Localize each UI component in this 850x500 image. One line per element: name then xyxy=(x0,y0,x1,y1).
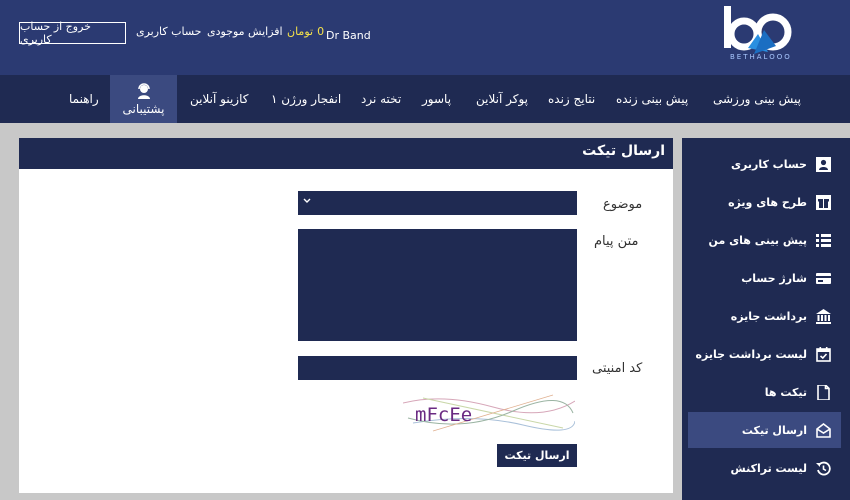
captcha-text: mFcEe xyxy=(415,404,472,426)
username: Dr Band xyxy=(326,28,371,42)
sidebar-item-label: شارژ حساب xyxy=(741,271,807,285)
nav-support[interactable]: پشتیبانی xyxy=(110,75,177,123)
captcha-image: mFcEe xyxy=(403,393,575,433)
increase-balance-link[interactable]: افزایش موجودی xyxy=(207,25,283,38)
nav-online-poker[interactable]: پوکر آنلاین xyxy=(476,75,528,123)
nav-crash-game[interactable]: انفجار ورژن ۱ xyxy=(271,75,341,123)
message-textarea[interactable] xyxy=(298,229,577,341)
list-icon xyxy=(816,233,831,247)
nav-sports-betting[interactable]: پیش بینی ورزشی xyxy=(713,75,801,123)
calendar-check-icon xyxy=(816,346,831,362)
account-sidebar: حساب کاربری طرح های ویژه پیش بینی های من… xyxy=(682,138,850,500)
nav-online-casino[interactable]: کازینو آنلاین xyxy=(190,75,248,123)
main-nav: پیش بینی ورزشی پیش بینی زنده نتایج زنده … xyxy=(0,75,850,123)
sidebar-item-label: طرح های ویژه xyxy=(728,195,807,209)
sidebar-item-account[interactable]: حساب کاربری xyxy=(688,146,841,182)
user-icon xyxy=(816,156,831,172)
sidebar-item-withdraw[interactable]: برداشت جایزه xyxy=(688,298,841,334)
logo-text: BETHALOOO xyxy=(730,53,792,61)
sidebar-item-special-plans[interactable]: طرح های ویژه xyxy=(688,184,841,220)
sidebar-item-my-bets[interactable]: پیش بینی های من xyxy=(688,222,841,258)
captcha-input[interactable] xyxy=(298,356,577,380)
sidebar-item-label: برداشت جایزه xyxy=(730,309,807,323)
sidebar-item-label: ارسال تیکت xyxy=(741,423,807,437)
sidebar-item-tickets[interactable]: تیکت ها xyxy=(688,374,841,410)
account-link[interactable]: حساب کاربری xyxy=(136,25,201,38)
nav-backgammon[interactable]: تخته نرد xyxy=(361,75,401,123)
sidebar-item-withdraw-list[interactable]: لیست برداشت جایزه xyxy=(688,336,841,372)
subject-select[interactable] xyxy=(298,191,577,215)
balance: تومان 0 xyxy=(287,25,324,38)
sidebar-item-label: تیکت ها xyxy=(764,385,807,399)
submit-ticket-button[interactable]: ارسال تیکت xyxy=(497,444,577,467)
balance-label: تومان xyxy=(287,25,314,38)
envelope-open-icon xyxy=(816,422,831,438)
panel-header: ارسال تیکت xyxy=(19,138,673,169)
nav-live-betting[interactable]: پیش بینی زنده xyxy=(616,75,688,123)
headset-icon xyxy=(137,82,150,99)
file-icon xyxy=(817,384,830,400)
message-label: متن پیام xyxy=(594,234,639,249)
sidebar-item-charge-account[interactable]: شارژ حساب xyxy=(688,260,841,296)
captcha-label: کد امنیتی xyxy=(592,361,643,376)
gift-icon xyxy=(816,194,831,210)
page-title: ارسال تیکت xyxy=(582,143,665,159)
card-icon xyxy=(816,272,831,284)
balance-value: 0 xyxy=(317,25,325,38)
sidebar-item-label: حساب کاربری xyxy=(730,157,807,171)
sidebar-item-send-ticket[interactable]: ارسال تیکت xyxy=(688,412,841,448)
sidebar-item-label: لیست برداشت جایزه xyxy=(695,347,808,361)
nav-pasour[interactable]: پاسور xyxy=(422,75,451,123)
sidebar-item-label: پیش بینی های من xyxy=(708,233,807,247)
logout-button[interactable]: خروج از حساب کاربری xyxy=(19,20,126,46)
subject-label: موضوع xyxy=(603,197,643,212)
nav-live-results[interactable]: نتایج زنده xyxy=(548,75,595,123)
nav-help[interactable]: راهنما xyxy=(69,75,99,123)
chevron-down-icon xyxy=(303,198,311,203)
site-header: BETHALOOO Dr Band تومان 0 افزایش موجودی … xyxy=(0,0,850,75)
sidebar-item-transactions[interactable]: لیست تراکنش xyxy=(688,450,841,486)
bank-icon xyxy=(816,308,831,324)
nav-support-label: پشتیبانی xyxy=(122,101,165,116)
history-icon xyxy=(816,461,831,475)
sidebar-item-label: لیست تراکنش xyxy=(730,461,807,475)
